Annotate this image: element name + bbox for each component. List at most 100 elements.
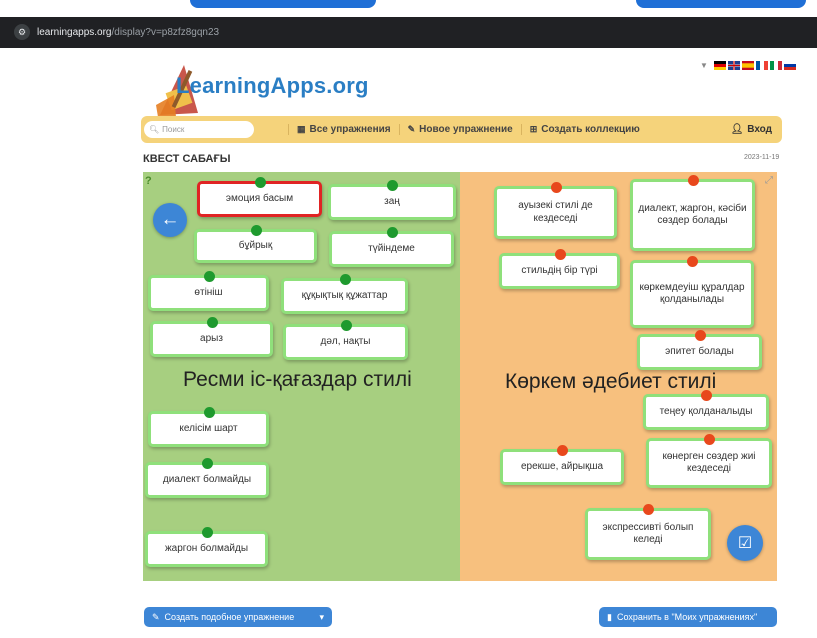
term-card[interactable]: ауызекі стилі де кездеседі bbox=[494, 182, 617, 239]
term-card-label: ауызекі стилі де кездеседі bbox=[518, 200, 593, 224]
login-label: Вход bbox=[747, 124, 772, 135]
nav-new-exercise-label: Новое упражнение bbox=[419, 124, 513, 135]
address-bar[interactable]: ⚙ learningapps.org/display?v=p8zfz8gqn23 bbox=[0, 17, 817, 48]
term-card[interactable]: көнерген сөздер жиі кездеседі bbox=[646, 434, 772, 488]
create-similar-label: Создать подобное упражнение bbox=[164, 612, 295, 622]
term-card-label: түйіндеме bbox=[368, 242, 415, 254]
pencil-icon: ✎ bbox=[407, 124, 416, 134]
chevron-down-icon[interactable]: ▾ bbox=[319, 612, 324, 623]
nav-new-exercise[interactable]: ✎ Новое упражнение bbox=[398, 124, 521, 135]
term-card-label: көнерген сөздер жиі кездеседі bbox=[662, 450, 756, 475]
nav-all-exercises-label: Все упражнения bbox=[309, 124, 391, 135]
pin-icon bbox=[550, 182, 562, 193]
term-card-label: жаргон болмайды bbox=[164, 542, 249, 554]
term-card[interactable]: жаргон болмайды bbox=[145, 527, 268, 567]
save-label: Сохранить в "Моих упражнениях" bbox=[616, 612, 758, 622]
pin-icon bbox=[554, 249, 566, 260]
term-card[interactable]: экспрессивті болып келеді bbox=[585, 504, 711, 560]
term-card-label: арыз bbox=[200, 332, 223, 344]
pin-icon bbox=[254, 177, 266, 188]
flag-es-icon[interactable] bbox=[741, 61, 754, 70]
main-toolbar: 🔍︎ Поиск ▦ Все упражнения ✎ Новое упражн… bbox=[141, 116, 782, 143]
pin-icon bbox=[201, 527, 213, 538]
arrow-left-icon: ← bbox=[160, 209, 180, 230]
term-card-label: заң bbox=[384, 195, 400, 207]
url-path: /display?v=p8zfz8gqn23 bbox=[111, 26, 220, 38]
search-placeholder: Поиск bbox=[162, 125, 185, 134]
site-settings-icon[interactable]: ⚙ bbox=[14, 24, 30, 40]
term-card[interactable]: диалект болмайды bbox=[145, 458, 269, 498]
term-card[interactable]: келісім шарт bbox=[148, 407, 269, 447]
pin-icon bbox=[203, 407, 215, 418]
term-card-label: ерекше, айрықша bbox=[520, 460, 604, 472]
term-card[interactable]: құқықтық құжаттар bbox=[281, 274, 408, 314]
term-card[interactable]: эмоция басым bbox=[197, 177, 322, 217]
term-card[interactable]: дәл, нақты bbox=[283, 320, 408, 360]
term-card[interactable]: көркемдеуіш құралдар қолданылады bbox=[630, 256, 754, 328]
search-icon: 🔍︎ bbox=[149, 125, 160, 134]
checkmark-icon: ☑ bbox=[737, 535, 753, 552]
page-title: КВЕСТ САБАҒЫ bbox=[143, 153, 231, 165]
create-similar-button[interactable]: ✎ Создать подобное упражнение ▾ bbox=[144, 607, 332, 627]
term-card-label: өтініш bbox=[194, 286, 223, 298]
bookmark-icon: ▮ bbox=[607, 611, 612, 622]
pin-icon bbox=[202, 458, 213, 469]
term-card[interactable]: эпитет болады bbox=[637, 330, 762, 370]
zone-title-literary: Көркем әдебиет стилі bbox=[505, 370, 717, 393]
pin-icon bbox=[250, 225, 262, 236]
chevron-down-icon[interactable]: ▼ bbox=[700, 61, 708, 70]
term-card-label: эпитет болады bbox=[665, 345, 734, 357]
browser-tab[interactable] bbox=[190, 0, 376, 8]
term-card[interactable]: теңеу қолданалыды bbox=[643, 390, 769, 430]
term-card-label: бұйрық bbox=[238, 239, 273, 251]
exercise-board: Ресми іс-қағаздар стилі Көркем әдебиет с… bbox=[143, 172, 777, 581]
term-card-label: диалект, жаргон, кәсіби сөздер болады bbox=[638, 202, 747, 227]
nav-all-exercises[interactable]: ▦ Все упражнения bbox=[288, 124, 399, 135]
term-card[interactable]: ерекше, айрықша bbox=[500, 445, 624, 485]
term-card[interactable]: стильдің бір түрі bbox=[499, 249, 620, 289]
browser-tabstrip bbox=[0, 0, 817, 9]
browser-tab[interactable] bbox=[636, 0, 806, 8]
pin-icon bbox=[206, 317, 218, 328]
collection-icon: ⊞ bbox=[529, 124, 538, 134]
pin-icon bbox=[386, 227, 398, 238]
fullscreen-icon[interactable]: ⤢ bbox=[765, 175, 773, 186]
flag-uk-icon[interactable] bbox=[727, 61, 740, 70]
url-field[interactable]: ⚙ learningapps.org/display?v=p8zfz8gqn23 bbox=[14, 21, 224, 43]
check-answers-button[interactable]: ☑ bbox=[727, 525, 763, 561]
user-icon: 👤︎ bbox=[730, 124, 744, 135]
term-card[interactable]: бұйрық bbox=[194, 225, 317, 263]
term-card[interactable]: арыз bbox=[150, 317, 273, 357]
save-to-my-exercises-button[interactable]: ▮ Сохранить в "Моих упражнениях" bbox=[599, 607, 777, 627]
term-card-label: құқықтық құжаттар bbox=[301, 289, 388, 301]
pin-icon bbox=[203, 271, 215, 282]
search-input[interactable]: 🔍︎ Поиск bbox=[144, 121, 254, 138]
language-selector[interactable]: ▼ bbox=[700, 61, 796, 70]
login-button[interactable]: 👤︎ Вход bbox=[731, 124, 772, 135]
flag-de-icon[interactable] bbox=[713, 61, 726, 70]
flag-ru-icon[interactable] bbox=[783, 61, 796, 70]
term-card[interactable]: диалект, жаргон, кәсіби сөздер болады bbox=[630, 175, 755, 251]
logo[interactable]: LearningApps.org bbox=[154, 55, 368, 119]
term-card-label: диалект болмайды bbox=[162, 473, 252, 485]
edit-icon: ✎ bbox=[152, 611, 160, 622]
term-card[interactable]: заң bbox=[328, 180, 456, 220]
pin-icon bbox=[701, 390, 712, 401]
term-card-label: стильдің бір түрі bbox=[521, 264, 598, 276]
flag-fr-icon[interactable] bbox=[755, 61, 768, 70]
term-card[interactable]: өтініш bbox=[148, 271, 269, 311]
term-card-label: экспрессивті болып келеді bbox=[602, 521, 694, 546]
zone-title-official: Ресми іс-қағаздар стилі bbox=[183, 368, 412, 391]
pin-icon bbox=[687, 256, 698, 267]
nav-create-collection[interactable]: ⊞ Создать коллекцию bbox=[520, 124, 648, 135]
term-card-label: эмоция басым bbox=[225, 192, 294, 204]
term-card-label: келісім шарт bbox=[179, 422, 238, 434]
term-card[interactable]: түйіндеме bbox=[329, 227, 454, 267]
help-icon[interactable]: ? bbox=[145, 175, 152, 187]
term-card-label: дәл, нақты bbox=[320, 335, 371, 347]
pin-icon bbox=[387, 180, 398, 191]
nav-create-collection-label: Создать коллекцию bbox=[541, 124, 640, 135]
back-button[interactable]: ← bbox=[153, 203, 187, 237]
pin-icon bbox=[557, 445, 568, 456]
flag-it-icon[interactable] bbox=[769, 61, 782, 70]
